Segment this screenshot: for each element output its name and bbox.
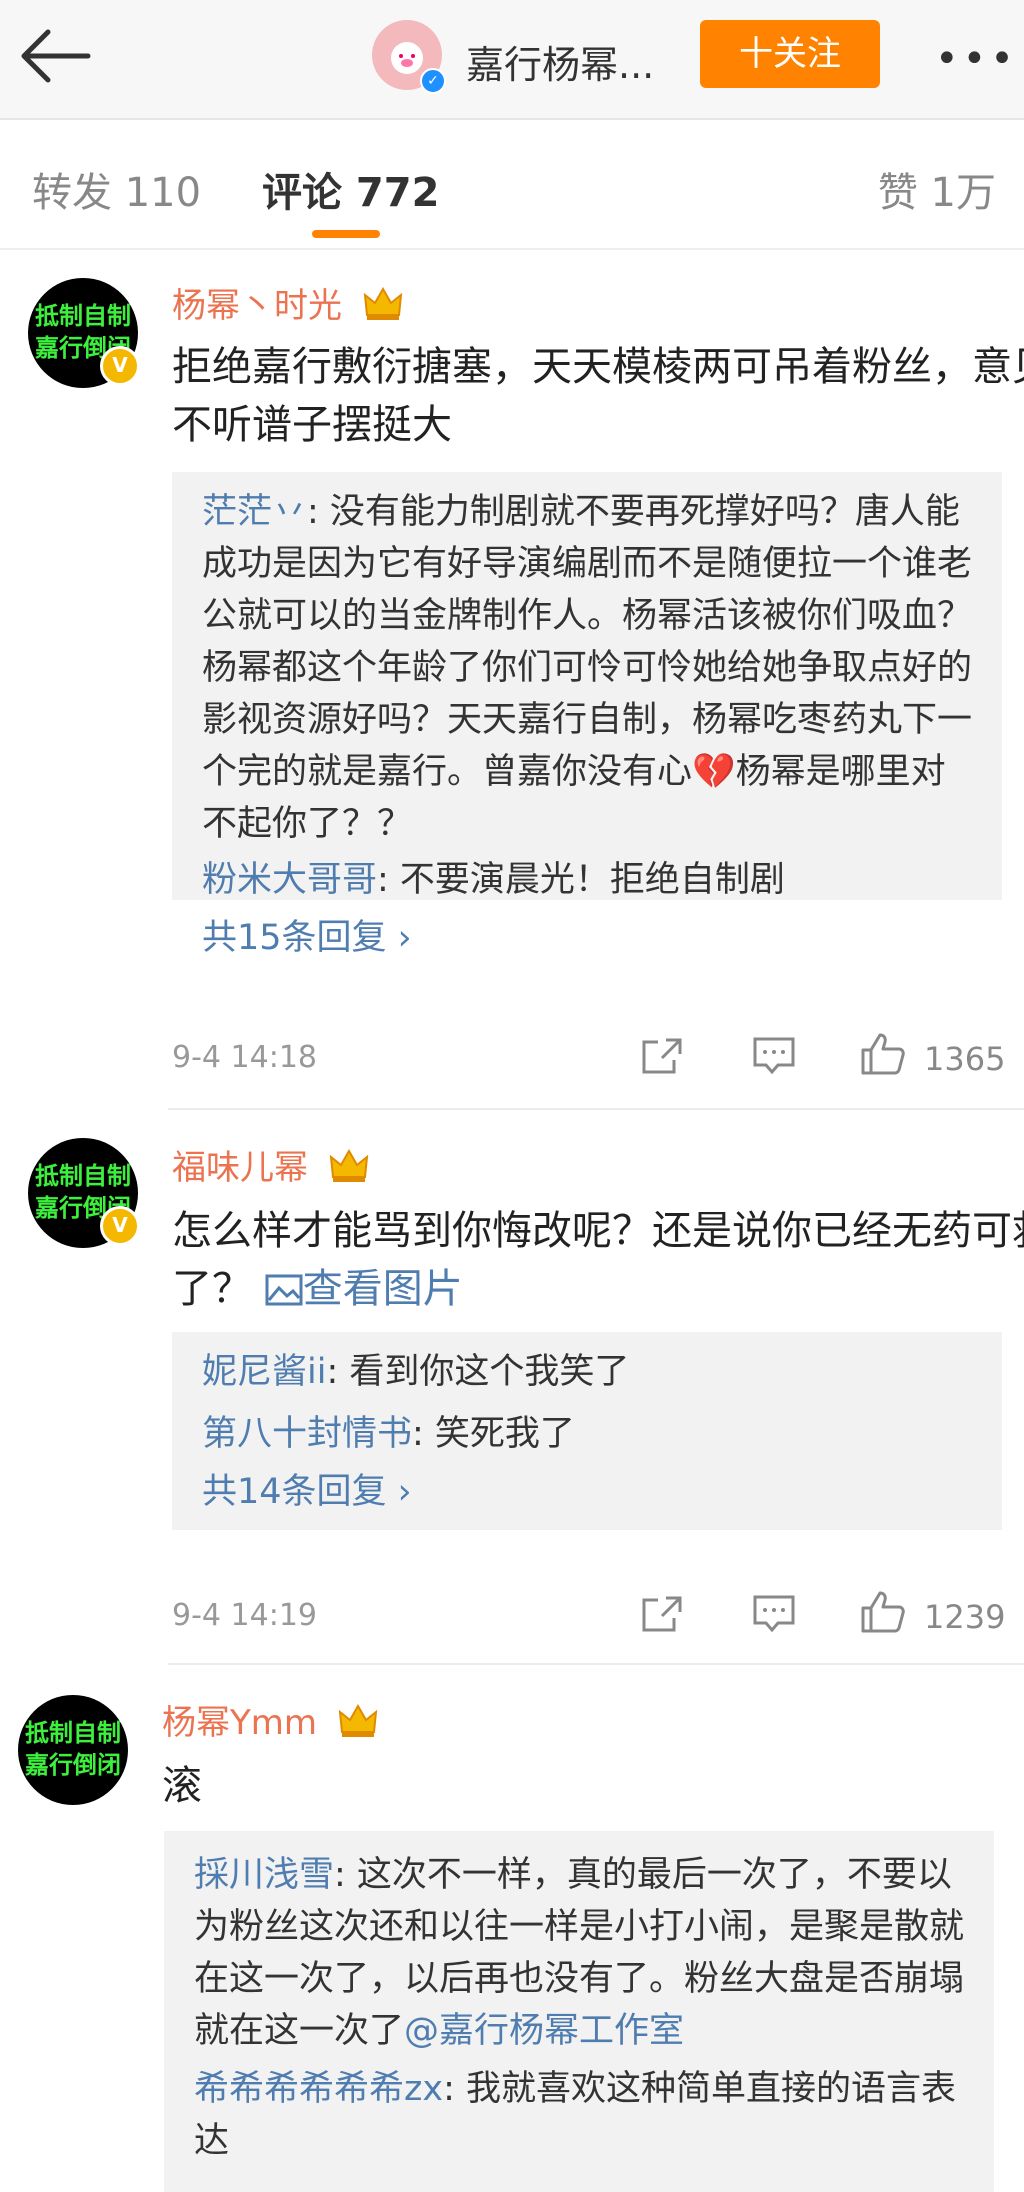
verified-v-icon: V [100,1206,140,1246]
tab-likes[interactable]: 赞 1万 [878,160,996,218]
share-icon[interactable] [640,1036,684,1076]
more-replies-link[interactable]: 共15条回复 › [202,910,972,966]
active-tab-indicator [312,230,380,238]
commenter-name[interactable]: 杨幂丶时光 [172,278,403,327]
reply-text: : 笑死我了 [412,1414,575,1454]
more-replies-link[interactable]: 共14条回复 › [202,1464,972,1520]
avatar-text: 抵制自制 [35,1162,131,1190]
like-icon[interactable] [860,1590,906,1634]
image-icon [265,1274,303,1306]
mention-link[interactable]: @嘉行杨幂工作室 [404,2011,684,2051]
page-title: 嘉行杨幂... [466,43,655,87]
reply-item: 第八十封情书: 笑死我了 [202,1408,972,1460]
top-bar: ✓ 嘉行杨幂... 十关注 ••• [0,0,1024,120]
comment-icon[interactable] [752,1594,796,1634]
reply-text: : 不要演晨光！拒绝自制剧 [377,860,785,900]
commenter-name[interactable]: 福味儿幂 [172,1140,369,1189]
follow-button[interactable]: 十关注 [700,20,880,88]
like-count: 1239 [924,1598,1006,1636]
avatar-text: 嘉行倒闭 [25,1751,121,1779]
commenter-avatar[interactable]: 抵制自制 嘉行倒闭 [18,1695,128,1805]
comment-item: 抵制自制 嘉行倒闭 V 杨幂丶时光 拒绝嘉行敷衍搪塞，天天模棱两可吊着粉丝，意见… [0,250,1024,1110]
reply-author[interactable]: 第八十封情书 [202,1414,412,1454]
avatar-text: 抵制自制 [25,1719,121,1747]
commenter-avatar[interactable]: 抵制自制 嘉行倒闭 V [28,278,140,388]
comment-item: 抵制自制 嘉行倒闭 杨幂Ymm 滚 採川浅雪: 这次不一样，真的最后一次了，不要… [0,1665,1024,2192]
reply-item: 希希希希希希zx: 我就喜欢这种简单直接的语言表达 [194,2063,964,2167]
commenter-name-text: 杨幂丶时光 [172,286,342,326]
crown-icon [338,1704,378,1737]
like-count: 1365 [924,1040,1006,1078]
comment-time: 9-4 14:18 [172,1040,317,1075]
reply-text: : 没有能力制剧就不要再死撑好吗？唐人能成功是因为它有好导演编剧而不是随便拉一个… [202,492,973,844]
verified-v-icon: V [100,346,140,386]
replies-box[interactable]: 採川浅雪: 这次不一样，真的最后一次了，不要以为粉丝这次还和以往一样是小打小闹，… [164,1831,994,2192]
reply-text: : 看到你这个我笑了 [326,1352,630,1392]
comment-text: 拒绝嘉行敷衍搪塞，天天模棱两可吊着粉丝，意见不听谱子摆挺大 [172,344,1024,448]
reply-item: 茫茫丷: 没有能力制剧就不要再死撑好吗？唐人能成功是因为它有好导演编剧而不是随便… [202,486,972,850]
avatar-text: 抵制自制 [35,302,131,330]
reply-author[interactable]: 粉米大哥哥 [202,860,377,900]
reply-author[interactable]: 希希希希希希zx [194,2069,443,2109]
tab-bar: 转发 110 评论 772 赞 1万 [0,120,1024,250]
comment-text: 滚 [162,1763,202,1809]
view-image-text: 查看图片 [302,1266,463,1312]
commenter-name-text: 杨幂Ymm [162,1703,318,1743]
reply-author[interactable]: 妮尼酱ii [202,1352,326,1392]
commenter-avatar[interactable]: 抵制自制 嘉行倒闭 V [28,1138,140,1248]
share-icon[interactable] [640,1594,684,1634]
reply-item: 妮尼酱ii: 看到你这个我笑了 [202,1346,972,1398]
crown-icon [329,1149,369,1182]
reply-item: 粉米大哥哥: 不要演晨光！拒绝自制剧 [202,854,972,906]
tab-reposts[interactable]: 转发 110 [32,160,201,218]
reply-author[interactable]: 茫茫丷 [202,492,307,532]
reply-item: 採川浅雪: 这次不一样，真的最后一次了，不要以为粉丝这次还和以往一样是小打小闹，… [194,1849,964,2057]
replies-box[interactable]: 妮尼酱ii: 看到你这个我笑了 第八十封情书: 笑死我了 共14条回复 › [172,1332,1002,1530]
reply-author[interactable]: 採川浅雪 [194,1855,334,1895]
back-arrow-icon[interactable] [18,28,94,84]
comment-item: 抵制自制 嘉行倒闭 V 福味儿幂 怎么样才能骂到你悔改呢？还是说你已经无药可救了… [0,1110,1024,1665]
verified-badge-icon: ✓ [420,68,446,94]
tab-comments[interactable]: 评论 772 [262,160,439,218]
commenter-name[interactable]: 杨幂Ymm [162,1695,378,1744]
more-options-icon[interactable]: ••• [935,36,1018,82]
comment-time: 9-4 14:19 [172,1598,317,1633]
like-icon[interactable] [860,1032,906,1076]
comment-icon[interactable] [752,1036,796,1076]
comment-text: 怎么样才能骂到你悔改呢？还是说你已经无药可救了？ 查看图片 [172,1202,1024,1318]
crown-icon [363,287,403,320]
view-image-link[interactable]: 查看图片 [265,1266,463,1312]
replies-box[interactable]: 茫茫丷: 没有能力制剧就不要再死撑好吗？唐人能成功是因为它有好导演编剧而不是随便… [172,472,1002,958]
commenter-name-text: 福味儿幂 [172,1148,308,1188]
